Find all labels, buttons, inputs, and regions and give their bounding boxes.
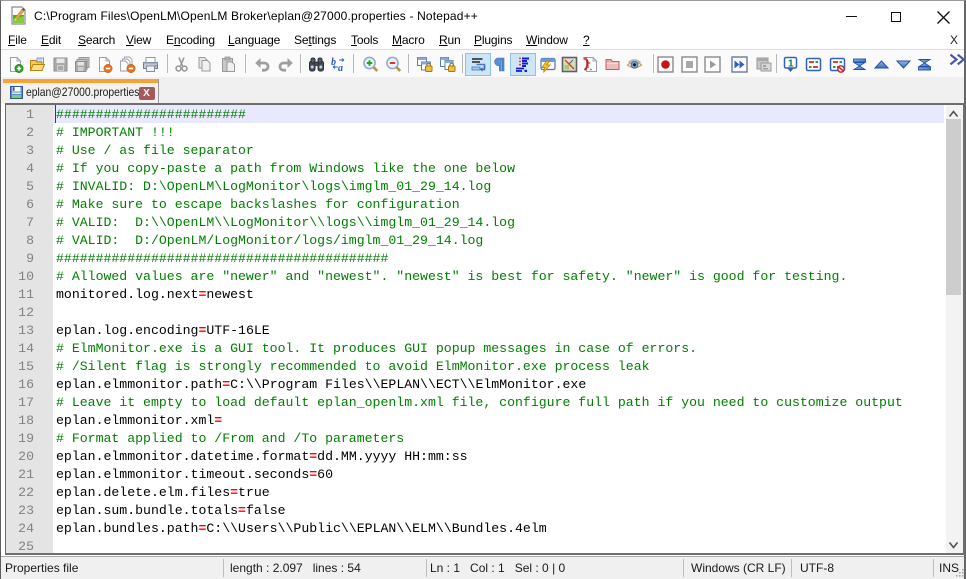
svg-text:1: 1 xyxy=(788,59,794,70)
svg-text:a: a xyxy=(338,63,343,73)
